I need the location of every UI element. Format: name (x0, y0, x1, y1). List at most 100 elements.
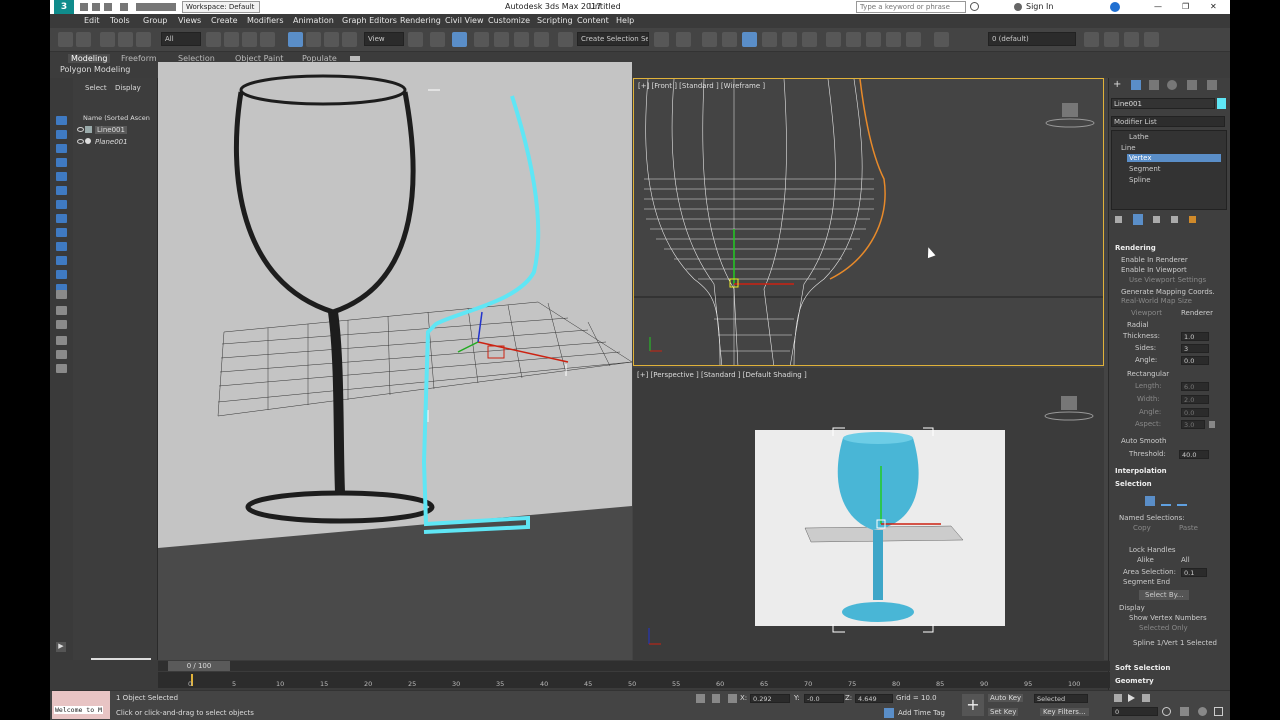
current-frame-field[interactable]: 0 (1112, 707, 1158, 716)
app-logo-icon[interactable]: 3 (54, 0, 74, 14)
unlink-icon[interactable] (118, 32, 133, 47)
width-spinner[interactable]: 2.0 (1181, 395, 1209, 404)
threshold-spinner[interactable]: 40.0 (1179, 450, 1209, 459)
menu-help[interactable]: Help (616, 16, 634, 25)
filter-shapes-icon[interactable] (56, 130, 67, 139)
hierarchy-icon[interactable] (56, 336, 67, 345)
rollout-interpolation[interactable]: Interpolation (1115, 467, 1167, 475)
layer-dropdown[interactable]: 0 (default) (988, 32, 1076, 46)
place-icon[interactable] (342, 32, 357, 47)
auto-smooth-checkbox[interactable]: Auto Smooth (1121, 437, 1167, 445)
percent-snap-icon[interactable] (514, 32, 529, 47)
menu-civil-view[interactable]: Civil View (445, 16, 484, 25)
enable-in-renderer-checkbox[interactable]: Enable In Renderer (1121, 256, 1188, 264)
modify-tab-icon[interactable] (1131, 80, 1141, 90)
move-icon[interactable] (288, 32, 303, 47)
menu-scripting[interactable]: Scripting (537, 16, 573, 25)
scene-column-header[interactable]: Name (Sorted Ascen (83, 114, 150, 122)
show-vertex-numbers-checkbox[interactable]: Show Vertex Numbers (1129, 614, 1207, 622)
segment-level-icon[interactable] (1161, 496, 1171, 506)
copy-button[interactable]: Copy (1133, 524, 1151, 532)
aspect-lock-icon[interactable] (1209, 421, 1215, 428)
time-slider[interactable] (158, 661, 1110, 671)
maxscript-listener[interactable]: Welcome to M (52, 691, 110, 719)
window-crossing-icon[interactable] (260, 32, 275, 47)
configure-modifier-sets-icon[interactable] (1189, 216, 1196, 223)
visibility-eye-icon[interactable] (77, 139, 84, 144)
stack-item-vertex[interactable]: Vertex (1127, 154, 1221, 162)
ribbon-options-icon[interactable] (350, 56, 360, 61)
play-icon[interactable] (1128, 694, 1135, 702)
rendered-frame-window-icon[interactable] (846, 32, 861, 47)
alike-radio[interactable]: Alike (1137, 556, 1154, 564)
material-editor-icon[interactable] (802, 32, 817, 47)
curve-editor-icon[interactable] (762, 32, 777, 47)
object-color-swatch[interactable] (1217, 98, 1226, 109)
enable-in-viewport-checkbox[interactable]: Enable In Viewport (1121, 266, 1187, 274)
scene-explorer-icon[interactable] (702, 32, 717, 47)
object-name-field[interactable]: Line001 (1111, 98, 1215, 109)
filter-geometry-icon[interactable] (56, 116, 67, 125)
select-by-button[interactable]: Select By... (1139, 590, 1190, 600)
filter-funnel-icon[interactable] (56, 350, 67, 359)
undo-icon[interactable] (58, 32, 73, 47)
select-manipulate-icon[interactable] (430, 32, 445, 47)
sort-icon[interactable] (56, 306, 67, 315)
make-unique-icon[interactable] (1153, 216, 1160, 223)
show-end-result-icon[interactable] (1133, 214, 1143, 225)
segment-end-checkbox[interactable]: Segment End (1123, 578, 1170, 586)
manage-layers-icon[interactable] (934, 32, 949, 47)
maximize-viewport-icon[interactable] (1214, 707, 1223, 716)
rollout-soft-selection[interactable]: Soft Selection (1115, 664, 1170, 672)
pivot-center-icon[interactable] (408, 32, 423, 47)
absolute-mode-icon[interactable] (728, 694, 737, 703)
user-icon[interactable] (1014, 3, 1022, 11)
filter-helpers-icon[interactable] (56, 172, 67, 181)
layer-explorer-icon[interactable] (722, 32, 737, 47)
thickness-spinner[interactable]: 1.0 (1181, 332, 1209, 341)
select-in-layer-icon[interactable] (1104, 32, 1119, 47)
render-iterative-icon[interactable] (906, 32, 921, 47)
search-icon[interactable] (970, 2, 979, 11)
scene-tab-display[interactable]: Display (115, 84, 141, 92)
spline-level-icon[interactable] (1177, 496, 1187, 506)
menu-customize[interactable]: Customize (488, 16, 530, 25)
z-coordinate-field[interactable]: 4.649 (855, 694, 893, 703)
rectangle-selection-icon[interactable] (242, 32, 257, 47)
spinner-snap-icon[interactable] (534, 32, 549, 47)
close-button[interactable]: ✕ (1210, 2, 1217, 11)
find-icon[interactable] (56, 320, 67, 329)
utilities-tab-icon[interactable] (1207, 80, 1217, 90)
filter-hidden-icon[interactable] (56, 270, 67, 279)
lock-handles-checkbox[interactable]: Lock Handles (1129, 546, 1176, 554)
redo-icon[interactable] (76, 32, 91, 47)
menu-animation[interactable]: Animation (293, 16, 334, 25)
selection-lock-icon[interactable] (712, 694, 720, 703)
add-time-tag[interactable]: Add Time Tag (898, 709, 945, 717)
time-slider-thumb[interactable]: 0 / 100 (168, 661, 230, 671)
set-key-icon[interactable]: + (962, 694, 984, 716)
ribbon-sub-panel[interactable]: Polygon Modeling (60, 65, 130, 74)
reference-coordinate-dropdown[interactable]: View (364, 32, 404, 46)
go-to-end-icon[interactable] (1142, 694, 1150, 702)
select-object-icon[interactable] (206, 32, 221, 47)
use-viewport-settings-checkbox[interactable]: Use Viewport Settings (1129, 276, 1206, 284)
menu-modifiers[interactable]: Modifiers (247, 16, 284, 25)
stack-item-spline[interactable]: Spline (1129, 176, 1151, 184)
menu-graph-editors[interactable]: Graph Editors (342, 16, 397, 25)
add-to-layer-icon[interactable] (1084, 32, 1099, 47)
remove-modifier-icon[interactable] (1171, 216, 1178, 223)
rotate-icon[interactable] (306, 32, 321, 47)
vertex-level-icon[interactable] (1145, 496, 1155, 506)
filter-containers-icon[interactable] (56, 242, 67, 251)
angle2-spinner[interactable]: 0.0 (1181, 408, 1209, 417)
mirror-icon[interactable] (654, 32, 669, 47)
rollout-rendering[interactable]: Rendering (1115, 244, 1156, 252)
stack-item-line[interactable]: Line (1121, 144, 1136, 152)
aspect-spinner[interactable]: 3.0 (1181, 420, 1205, 429)
generate-mapping-checkbox[interactable]: Generate Mapping Coords. (1121, 288, 1215, 296)
rollout-geometry[interactable]: Geometry (1115, 677, 1154, 685)
menu-tools[interactable]: Tools (110, 16, 130, 25)
real-world-map-size-checkbox[interactable]: Real-World Map Size (1121, 297, 1192, 305)
search-input[interactable] (856, 1, 966, 13)
